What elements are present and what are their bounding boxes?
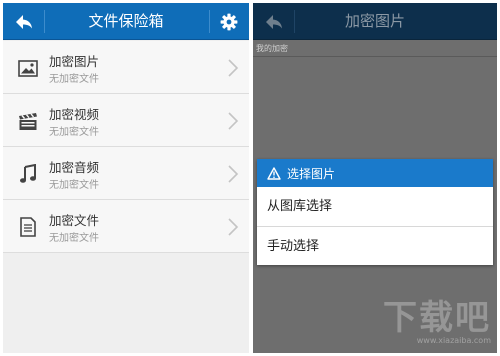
- page-title: 文件保险箱: [88, 12, 164, 30]
- back-button[interactable]: [253, 3, 295, 40]
- back-arrow-icon: [266, 14, 282, 29]
- back-button[interactable]: [3, 3, 45, 40]
- page-title: 加密图片: [344, 12, 405, 30]
- list-item-title: 加密音频: [49, 160, 100, 175]
- option-choose-from-gallery[interactable]: 从图库选择: [257, 187, 493, 226]
- section-divider: [253, 56, 497, 57]
- list-item-title: 加密文件: [49, 213, 100, 228]
- list-item-subtitle: 无加密文件: [49, 74, 99, 85]
- document-icon: [17, 216, 39, 238]
- warning-icon: [267, 166, 281, 180]
- gear-icon: [220, 13, 238, 30]
- list-item-subtitle: 无加密文件: [49, 233, 99, 244]
- chevron-right-icon: [228, 165, 239, 183]
- watermark: 下载吧 www.xiazaiba.com: [383, 301, 491, 345]
- vault-category-list: 加密图片 无加密文件 加密视频 无加密文件 加密音频 无加密文件 加密文件 无加…: [3, 41, 249, 253]
- title-bar: 加密图片: [253, 3, 497, 40]
- list-item-subtitle: 无加密文件: [49, 180, 99, 191]
- chevron-right-icon: [228, 218, 239, 236]
- list-item-title: 加密图片: [49, 54, 100, 69]
- music-note-icon: [17, 163, 39, 185]
- file-vault-screen: 文件保险箱 加密图片 无加密文件 加密视频 无加密文件 加密音频 无加密文件 加…: [3, 3, 249, 353]
- back-arrow-icon: [16, 14, 32, 29]
- list-item-title: 加密视频: [49, 107, 100, 122]
- select-image-dialog: 选择图片 从图库选择 手动选择: [257, 159, 493, 265]
- section-label: 我的加密: [256, 44, 288, 53]
- chevron-right-icon: [228, 112, 239, 130]
- watermark-logo: 下载吧: [383, 298, 491, 338]
- image-icon: [17, 57, 39, 79]
- list-item-subtitle: 无加密文件: [49, 127, 99, 138]
- list-item-encrypted-images[interactable]: 加密图片 无加密文件: [3, 41, 249, 94]
- encrypted-images-screen: 加密图片 我的加密 选择图片 从图库选择 手动选择 下载吧 www.xiazai…: [253, 3, 497, 353]
- list-item-encrypted-files[interactable]: 加密文件 无加密文件: [3, 200, 249, 253]
- dialog-header: 选择图片: [257, 159, 493, 187]
- list-item-encrypted-audio[interactable]: 加密音频 无加密文件: [3, 147, 249, 200]
- option-manual-select[interactable]: 手动选择: [257, 226, 493, 265]
- dialog-title: 选择图片: [287, 166, 336, 181]
- settings-button[interactable]: [209, 3, 249, 40]
- list-item-encrypted-videos[interactable]: 加密视频 无加密文件: [3, 94, 249, 147]
- clapperboard-icon: [17, 110, 39, 132]
- title-bar: 文件保险箱: [3, 3, 249, 40]
- chevron-right-icon: [228, 59, 239, 77]
